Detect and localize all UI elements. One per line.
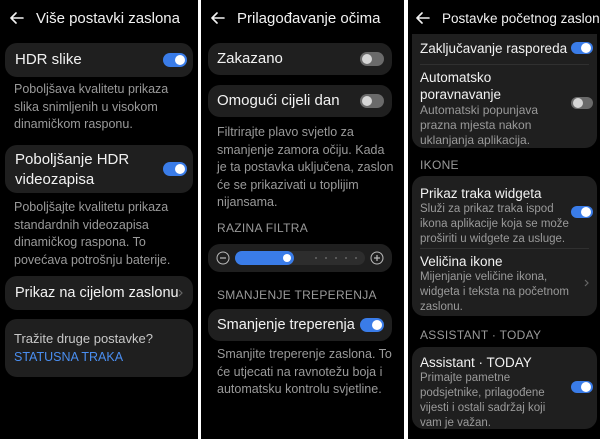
scheduled-label: Zakazano — [217, 50, 283, 67]
icon-size-label[interactable]: Veličina ikone — [420, 252, 503, 272]
scheduled-toggle[interactable] — [360, 52, 384, 66]
auto-align-toggle[interactable] — [571, 97, 593, 109]
auto-align-description: Automatski popunjava prazna mjesta nakon… — [420, 103, 539, 147]
hdr-video-label: Poboljšanje HDR videozapisa — [15, 151, 130, 188]
suggestions-question: Tražite druge postavke? — [14, 331, 153, 346]
back-arrow-icon[interactable] — [10, 8, 24, 28]
status-bar-link[interactable]: STATUSNA TRAKA — [14, 350, 123, 364]
hdr-images-row[interactable]: HDR slike — [5, 43, 193, 77]
panel-header: Više postavki zaslona — [10, 8, 194, 28]
hdr-images-toggle[interactable] — [163, 53, 187, 67]
plus-circle-icon[interactable] — [370, 251, 384, 265]
minus-circle-icon[interactable] — [216, 251, 230, 265]
all-day-row[interactable]: Omogući cijeli dan — [208, 85, 392, 117]
auto-align-label[interactable]: Automatsko poravnavanje — [420, 69, 501, 103]
panel-gutter — [394, 0, 404, 439]
hdr-video-description: Poboljšajte kvalitetu prikaza standardni… — [14, 200, 171, 267]
assistant-label[interactable]: Assistant · TODAY — [420, 353, 532, 373]
filter-level-handle[interactable] — [283, 254, 291, 262]
icons-section: IKONE — [420, 158, 459, 172]
assistant-description: Primajte pametne podsjetnike, prilagođen… — [420, 372, 546, 429]
flicker-row[interactable]: Smanjenje treperenja — [208, 309, 392, 341]
flicker-toggle[interactable] — [360, 318, 384, 332]
hdr-video-toggle[interactable] — [163, 162, 187, 176]
all-day-label: Omogući cijeli dan — [217, 92, 340, 109]
panel-header: Postavke početnog zaslona — [416, 8, 600, 28]
widget-bars-toggle[interactable] — [571, 206, 593, 218]
page-title: Prilagođavanje očima — [237, 9, 381, 27]
hdr-images-label: HDR slike — [15, 51, 82, 68]
flicker-description: Smanjite treperenje zaslona. To će utjec… — [217, 347, 392, 396]
back-arrow-icon[interactable] — [211, 8, 225, 28]
assistant-toggle[interactable] — [571, 381, 593, 393]
widget-bars-description: Služi za prikaz traka ispod ikona aplika… — [420, 203, 569, 245]
filter-slider-card — [208, 244, 392, 272]
hdr-video-row[interactable]: Poboljšanje HDR videozapisa — [5, 145, 193, 193]
widget-bars-label[interactable]: Prikaz traka widgeta — [420, 184, 542, 204]
icons-card: Prikaz traka widgeta Služi za prikaz tra… — [412, 176, 597, 316]
assistant-section: ASSISTANT · TODAY — [420, 328, 542, 342]
fullscreen-display-label: Prikaz na cijelom zaslonu — [15, 285, 179, 301]
lock-layout-toggle[interactable] — [571, 42, 593, 54]
scheduled-row[interactable]: Zakazano — [208, 43, 392, 75]
back-arrow-icon[interactable] — [416, 8, 430, 28]
chevron-right-icon — [178, 289, 183, 297]
eye-comfort-description: Filtrirajte plavo svjetlo za smanjenje z… — [217, 125, 394, 209]
eye-comfort-panel: Prilagođavanje očima Zakazano Omogući ci… — [201, 0, 394, 439]
icon-size-description: Mijenjanje veličine ikona, widgeta i tek… — [420, 271, 569, 313]
filter-level-slider[interactable] — [235, 251, 365, 265]
page-title: Postavke početnog zaslona — [442, 10, 600, 26]
layout-card: Zaključavanje rasporeda Automatsko porav… — [412, 34, 597, 148]
page-title: Više postavki zaslona — [36, 9, 180, 27]
hdr-images-description: Poboljšava kvalitetu prikaza slika sniml… — [14, 82, 169, 131]
more-display-settings-panel: Više postavki zaslona HDR slike Poboljša… — [0, 0, 198, 439]
fullscreen-display-row[interactable]: Prikaz na cijelom zaslonu — [5, 276, 193, 310]
all-day-toggle[interactable] — [360, 94, 384, 108]
suggestions-card: Tražite druge postavke? STATUSNA TRAKA — [5, 319, 193, 377]
filter-level-section: RAZINA FILTRA — [217, 221, 309, 235]
assistant-card: Assistant · TODAY Primajte pametne podsj… — [412, 347, 597, 429]
flicker-section: SMANJENJE TREPERENJA — [217, 288, 377, 302]
flicker-label: Smanjenje treperenja — [217, 317, 355, 333]
home-screen-settings-panel: Postavke početnog zaslona Zaključavanje … — [404, 0, 600, 439]
panel-header: Prilagođavanje očima — [211, 8, 390, 28]
chevron-right-icon — [584, 279, 589, 287]
lock-layout-label[interactable]: Zaključavanje rasporeda — [420, 39, 567, 59]
